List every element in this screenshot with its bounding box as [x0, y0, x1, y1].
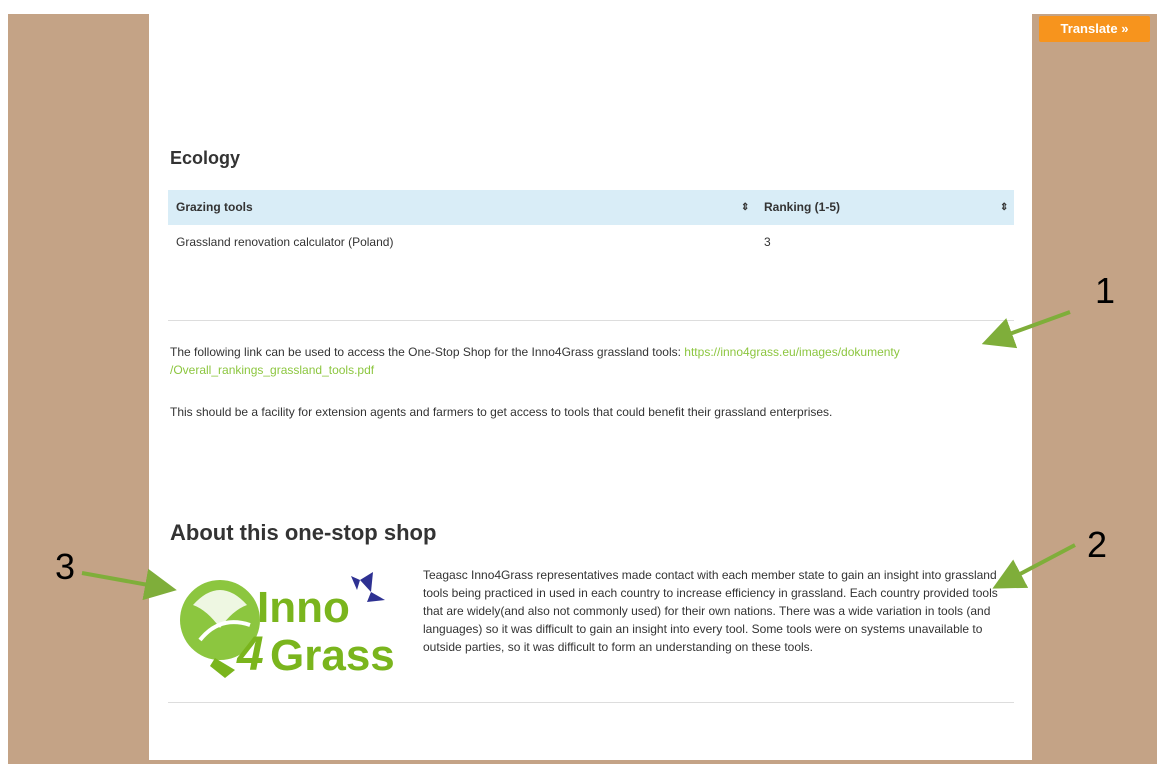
logo-text-four: 4	[236, 628, 264, 680]
sort-icon[interactable]: ⇕	[741, 190, 749, 225]
link-paragraph: The following link can be used to access…	[170, 343, 1000, 379]
logo-text-grass: Grass	[270, 631, 395, 680]
table-cell-tool: Grassland renovation calculator (Poland)	[176, 235, 394, 249]
logo-text-inno: Inno	[257, 583, 350, 632]
about-heading: About this one-stop shop	[170, 520, 437, 545]
column-header-ranking[interactable]: Ranking (1-5)	[764, 190, 840, 225]
ecology-heading: Ecology	[170, 148, 241, 168]
column-header-grazing-tools[interactable]: Grazing tools	[176, 190, 253, 225]
table-cell-rank: 3	[764, 235, 771, 249]
grazing-tools-table: Grazing tools ⇕ Ranking (1-5) ⇕ Grasslan…	[168, 190, 1014, 259]
facility-paragraph: This should be a facility for extension …	[170, 405, 833, 419]
divider	[168, 702, 1014, 703]
inno4grass-logo: Inno 4 Grass	[175, 570, 405, 681]
divider	[168, 320, 1014, 321]
translate-button[interactable]: Translate »	[1039, 16, 1150, 42]
callout-number-3: 3	[55, 546, 76, 587]
sort-icon[interactable]: ⇕	[1000, 190, 1008, 225]
table-row: Grassland renovation calculator (Poland)…	[168, 225, 1014, 259]
callout-number-1: 1	[1095, 270, 1116, 311]
table-header: Grazing tools ⇕ Ranking (1-5) ⇕	[168, 190, 1014, 225]
link-intro-text: The following link can be used to access…	[170, 345, 685, 359]
callout-number-2: 2	[1087, 524, 1108, 565]
about-text: Teagasc Inno4Grass representatives made …	[423, 568, 998, 654]
